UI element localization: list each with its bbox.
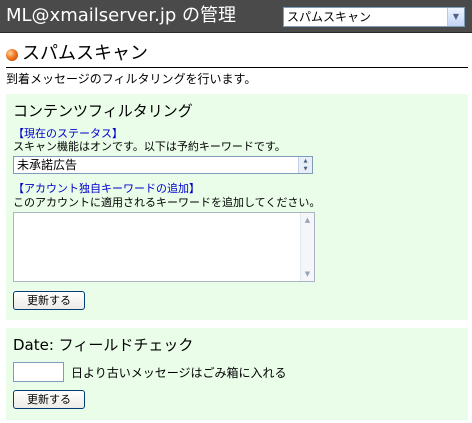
list-spinner-icon[interactable]: ▲ ▼ xyxy=(298,157,312,173)
add-keyword-description: このアカウントに適用されるキーワードを追加してください。 xyxy=(13,196,321,209)
keyword-list-item[interactable]: 未承諾広告 xyxy=(17,158,77,172)
scroll-up-icon[interactable]: ▲ xyxy=(301,213,314,227)
content-filter-update-button[interactable]: 更新する xyxy=(13,291,85,310)
date-check-update-button[interactable]: 更新する xyxy=(13,390,85,409)
chevron-down-icon[interactable]: ▼ xyxy=(447,8,464,26)
page-heading: スパムスキャン xyxy=(6,43,468,68)
keyword-textarea[interactable]: ▲ ▼ xyxy=(13,212,315,282)
module-select[interactable]: スパムスキャン ▼ xyxy=(283,7,465,27)
orange-ball-icon xyxy=(6,49,18,61)
page-description: 到着メッセージのフィルタリングを行います。 xyxy=(6,72,257,86)
content-filter-panel: コンテンツフィルタリング 【現在のステータス】 スキャン機能はオンです。以下は予… xyxy=(6,94,468,320)
status-text: スキャン機能はオンです。以下は予約キーワードです。 xyxy=(13,140,286,153)
textarea-scrollbar[interactable]: ▲ ▼ xyxy=(300,213,314,281)
title-bar: ML@xmailserver.jp の管理 スパムスキャン ▼ xyxy=(0,0,472,33)
date-check-panel: Date: フィールドチェック 日より古いメッセージはごみ箱に入れる 更新する xyxy=(6,328,468,420)
days-input[interactable] xyxy=(13,362,64,382)
module-select-value: スパムスキャン xyxy=(287,10,372,24)
reserved-keyword-list[interactable]: 未承諾広告 ▲ ▼ xyxy=(13,156,313,174)
site-title: ML@xmailserver.jp の管理 xyxy=(6,5,236,26)
date-check-title: Date: フィールドチェック xyxy=(13,336,194,354)
add-keyword-label: 【アカウント独自キーワードの追加】 xyxy=(13,182,200,195)
days-label: 日より古いメッセージはごみ箱に入れる xyxy=(71,366,287,380)
status-label: 【現在のステータス】 xyxy=(13,127,123,140)
scroll-down-icon[interactable]: ▼ xyxy=(301,267,314,281)
page-title: スパムスキャン xyxy=(22,43,148,64)
content-filter-title: コンテンツフィルタリング xyxy=(13,102,193,120)
